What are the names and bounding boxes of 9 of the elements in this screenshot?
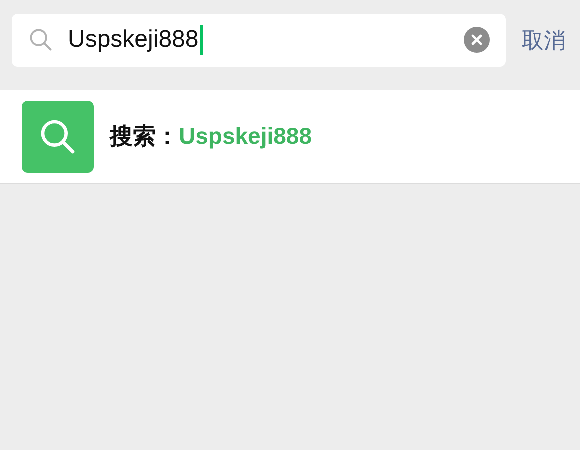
- search-text: Uspskeji888: [68, 25, 199, 55]
- text-cursor: [200, 25, 203, 55]
- clear-icon[interactable]: [464, 27, 490, 53]
- search-icon: [28, 27, 54, 53]
- search-tile-icon: [22, 100, 94, 172]
- search-label: 搜索：: [110, 122, 179, 152]
- search-query[interactable]: Uspskeji888: [179, 119, 312, 154]
- search-field[interactable]: Uspskeji888: [12, 14, 506, 66]
- cancel-button[interactable]: 取消: [522, 24, 566, 56]
